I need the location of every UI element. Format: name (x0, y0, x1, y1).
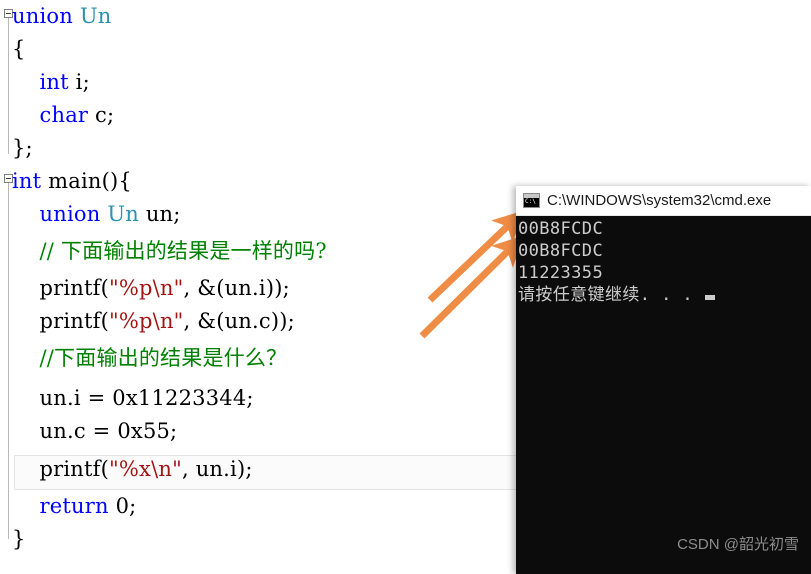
code-token-kw: char (39, 103, 89, 127)
code-token-plain: , &(un.i)); (183, 276, 290, 300)
code-line[interactable]: { (0, 33, 811, 66)
cmd-console-icon (523, 193, 540, 208)
code-line[interactable]: union Un (0, 0, 811, 33)
code-token-plain: , &(un.c)); (183, 309, 295, 333)
console-line: 00B8FCDC (518, 241, 604, 261)
code-token-plain: un.c = 0x55; (12, 419, 178, 443)
code-token-plain: , un.i); (181, 457, 253, 481)
code-token-kw: union (12, 4, 80, 28)
console-line: 11223355 (518, 263, 604, 283)
code-token-plain: printf( (12, 457, 110, 481)
code-token-plain: { (12, 37, 26, 61)
code-token-plain: 0; (108, 494, 137, 518)
code-token-kw: int (12, 169, 42, 193)
console-line: 00B8FCDC (518, 219, 604, 239)
code-token-kw: int (39, 70, 69, 94)
code-token-type: Un (107, 202, 139, 226)
code-token-plain: un.i = 0x11223344; (12, 386, 254, 410)
screenshot-root: union Un { int i; char c;}; int main(){ un… (0, 0, 811, 574)
code-token-str: "%x\n" (109, 457, 182, 481)
code-token-kw: union (39, 202, 108, 226)
console-title-bar[interactable]: C:\WINDOWS\system32\cmd.exe (516, 186, 811, 216)
code-token-str: "%p\n" (109, 276, 184, 300)
console-title-text: C:\WINDOWS\system32\cmd.exe (547, 192, 772, 209)
code-token-plain: main(){ (41, 169, 132, 193)
console-output-area[interactable]: 00B8FCDC 00B8FCDC 11223355 请按任意键继续. . . (516, 216, 811, 574)
cmd-console-window[interactable]: C:\WINDOWS\system32\cmd.exe 00B8FCDC 00B… (516, 186, 811, 574)
code-line[interactable]: int i; (0, 66, 811, 99)
code-token-str: "%p\n" (109, 309, 184, 333)
code-token-cmt: //下面输出的结果是什么？ (12, 346, 288, 370)
console-cursor (704, 295, 715, 300)
code-token-plain: c; (88, 103, 115, 127)
code-token-cmt: // 下面输出的结果是一样的吗? (12, 239, 327, 263)
code-line[interactable]: }; (0, 132, 811, 165)
code-line[interactable]: char c; (0, 99, 811, 132)
code-token-plain: }; (12, 136, 33, 160)
console-line-prompt: 请按任意键继续. . . (518, 284, 811, 306)
code-token-plain: printf( (12, 276, 110, 300)
code-token-plain: } (12, 527, 26, 551)
csdn-watermark: CSDN @韶光初雪 (677, 536, 799, 553)
code-token-plain: i; (68, 70, 90, 94)
code-token-type: Un (79, 4, 112, 28)
code-token-kw: return (39, 494, 109, 518)
console-prompt-text: 请按任意键继续. . . (518, 285, 693, 305)
code-token-plain: printf( (12, 309, 110, 333)
code-token-plain: un; (138, 202, 181, 226)
